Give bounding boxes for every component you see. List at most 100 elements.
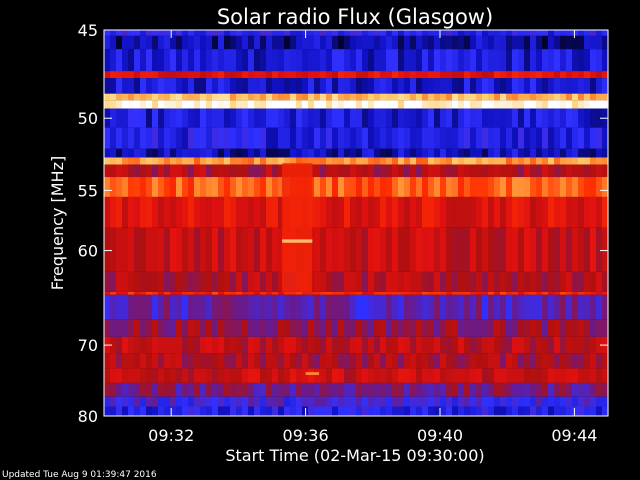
spectrogram-cell <box>452 127 459 149</box>
spectrogram-cell <box>314 148 321 158</box>
spectrogram-cell <box>422 108 429 128</box>
spectrogram-cell <box>500 382 507 397</box>
spectrogram-cell <box>404 177 411 197</box>
spectrogram-cell <box>104 353 111 369</box>
spectrogram-cell <box>224 353 231 369</box>
spectrogram-cell <box>260 35 267 50</box>
spectrogram-cell <box>590 93 597 101</box>
spectrogram-cell <box>374 127 381 149</box>
spectrogram-cell <box>536 396 543 407</box>
spectrogram-cell <box>398 71 405 79</box>
spectrogram-cell <box>248 353 255 369</box>
spectrogram-cell <box>440 49 447 72</box>
spectrogram-cell <box>236 406 243 416</box>
spectrogram-cell <box>332 368 339 383</box>
spectrogram-cell <box>452 382 459 397</box>
spectrogram-cell <box>116 35 123 50</box>
spectrogram-cell <box>512 157 519 165</box>
spectrogram-cell <box>314 100 321 109</box>
spectrogram-cell <box>176 100 183 109</box>
frequency-band <box>104 100 609 109</box>
spectrogram-cell <box>500 35 507 50</box>
spectrogram-cell <box>524 164 531 178</box>
spectrogram-cell <box>332 177 339 197</box>
spectrogram-cell <box>182 100 189 109</box>
spectrogram-cell <box>566 127 573 149</box>
spectrogram-cell <box>374 71 381 79</box>
spectrogram-cell <box>344 177 351 197</box>
spectrogram-cell <box>398 396 405 407</box>
spectrogram-cell <box>548 164 555 178</box>
spectrogram-cell <box>200 271 207 292</box>
spectrogram-cell <box>380 100 387 109</box>
spectrogram-cell <box>476 35 483 50</box>
spectrogram-cell <box>104 294 111 320</box>
spectrogram-cell <box>134 336 141 354</box>
spectrogram-cell <box>470 164 477 178</box>
spectrogram-cell <box>560 49 567 72</box>
y-tick-label: 80 <box>78 407 98 426</box>
spectrogram-cell <box>140 196 147 228</box>
spectrogram-cell <box>440 291 447 295</box>
spectrogram-cell <box>320 368 327 383</box>
spectrogram-cell <box>338 396 345 407</box>
spectrogram-cell <box>542 71 549 79</box>
spectrogram-cell <box>140 319 147 337</box>
spectrogram-cell <box>164 127 171 149</box>
spectrogram-cell <box>314 127 321 149</box>
spectrogram-cell <box>548 336 555 354</box>
spectrogram-cell <box>218 291 225 295</box>
spectrogram-cell <box>230 164 237 178</box>
spectrogram-cell <box>266 177 273 197</box>
spectrogram-cell <box>200 177 207 197</box>
spectrogram-cell <box>416 336 423 354</box>
spectrogram-cell <box>536 157 543 165</box>
spectrogram-cell <box>422 49 429 72</box>
spectrogram-cell <box>518 196 525 228</box>
spectrogram-cell <box>344 108 351 128</box>
spectrogram-cell <box>278 319 285 337</box>
spectrogram-cell <box>134 291 141 295</box>
spectrogram-cell <box>368 396 375 407</box>
spectrogram-cell <box>278 35 285 50</box>
spectrogram-cell <box>308 78 315 94</box>
spectrogram-cell <box>110 353 117 369</box>
frequency-band <box>104 406 609 416</box>
spectrogram-cell <box>446 148 453 158</box>
spectrogram-cell <box>236 35 243 50</box>
spectrogram-cell <box>200 49 207 72</box>
spectrogram-cell <box>230 35 237 50</box>
spectrogram-cell <box>554 291 561 295</box>
spectrogram-cell <box>518 382 525 397</box>
spectrogram-cell <box>146 78 153 94</box>
spectrogram-cell <box>590 108 597 128</box>
spectrogram-cell <box>344 291 351 295</box>
spectrogram-cell <box>536 71 543 79</box>
spectrogram-cell <box>518 177 525 197</box>
spectrogram-cell <box>236 164 243 178</box>
spectrogram-cell <box>524 177 531 197</box>
spectrogram-cell <box>518 294 525 320</box>
spectrogram-cell <box>362 164 369 178</box>
spectrogram-cell <box>200 35 207 50</box>
spectrogram-cell <box>236 368 243 383</box>
spectrogram-cell <box>596 368 603 383</box>
spectrogram-cell <box>362 71 369 79</box>
spectrogram-cell <box>506 382 513 397</box>
spectrogram-cell <box>344 127 351 149</box>
spectrogram-cell <box>536 100 543 109</box>
spectrogram-cell <box>512 291 519 295</box>
spectrogram-cell <box>410 49 417 72</box>
spectrogram-cell <box>242 30 249 36</box>
spectrogram-cell <box>548 35 555 50</box>
spectrogram-cell <box>428 227 435 272</box>
spectrogram-cell <box>512 382 519 397</box>
spectrogram-cell <box>446 100 453 109</box>
spectrogram-cell <box>422 164 429 178</box>
spectrogram-cell <box>326 100 333 109</box>
spectrogram-cell <box>272 177 279 197</box>
spectrogram-cell <box>578 49 585 72</box>
spectrogram-cell <box>512 78 519 94</box>
spectrogram-cell <box>428 127 435 149</box>
spectrogram-cell <box>206 35 213 50</box>
